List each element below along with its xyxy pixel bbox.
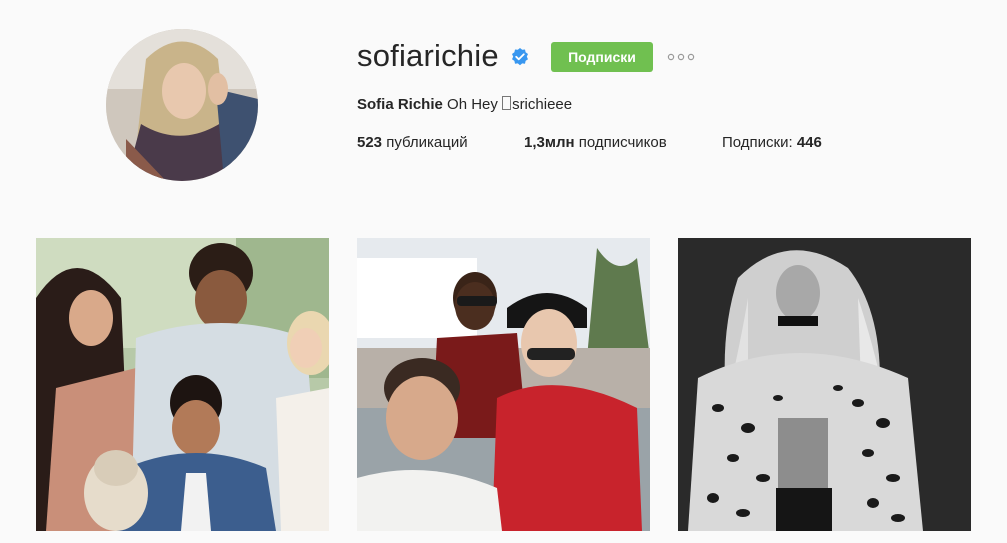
missing-glyph-icon xyxy=(502,96,512,110)
followers-count: 1,3млн xyxy=(524,134,575,151)
following-count-stat[interactable]: Подписки: 446 xyxy=(722,133,822,153)
post-thumbnail-black-and-white-portrait[interactable] xyxy=(678,238,971,531)
posts-label: публикаций xyxy=(386,134,468,151)
following-label: Подписки: xyxy=(722,134,793,151)
posts-count: 523 xyxy=(357,134,383,151)
bio-text: Oh Hey xyxy=(447,96,498,113)
post-thumbnail-family-photo[interactable] xyxy=(36,238,329,531)
ellipsis-icon[interactable] xyxy=(667,50,695,64)
profile-bio: Sofia Richie Oh Hey srichieee xyxy=(357,95,572,115)
followers-label: подписчиков xyxy=(578,134,667,151)
profile-full-name: Sofia Richie xyxy=(357,96,443,113)
posts-count-stat: 523 публикаций xyxy=(357,133,468,153)
following-button[interactable]: Подписки xyxy=(551,42,653,72)
profile-avatar[interactable] xyxy=(106,29,258,181)
followers-count-stat[interactable]: 1,3млн подписчиков xyxy=(524,133,667,153)
profile-page: sofiarichie Подписки Sofia Richie Oh Hey… xyxy=(0,0,1007,543)
verified-badge-icon xyxy=(512,48,528,66)
following-count: 446 xyxy=(796,134,822,151)
profile-username: sofiarichie xyxy=(357,38,499,73)
post-thumbnail-selfie-with-friends[interactable] xyxy=(357,238,650,531)
bio-handle-link[interactable]: srichieee xyxy=(512,96,572,113)
